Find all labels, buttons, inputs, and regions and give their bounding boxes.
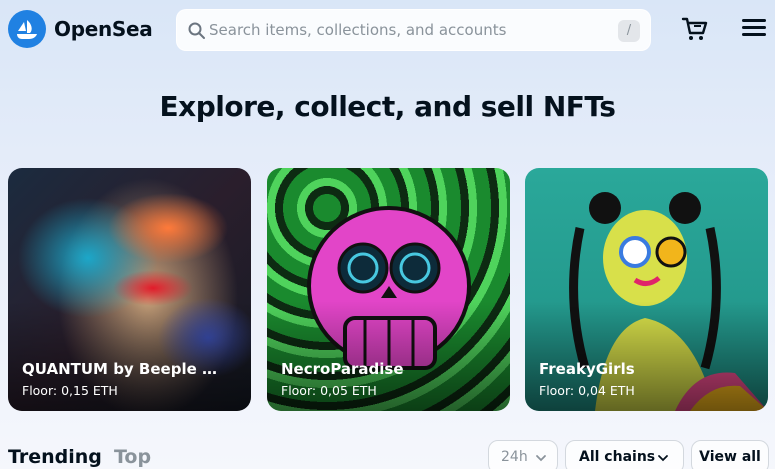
collection-floor-price: Floor: 0,05 ETH: [281, 383, 377, 398]
collection-floor-price: Floor: 0,04 ETH: [539, 383, 635, 398]
search-bar[interactable]: /: [176, 9, 651, 51]
chevron-down-icon: [658, 455, 668, 462]
view-all-button[interactable]: View all: [691, 440, 769, 469]
cart-icon: [681, 17, 708, 40]
collection-card[interactable]: QUANTUM by Beeple My... Floor: 0,15 ETH: [8, 168, 251, 411]
search-shortcut-key: /: [618, 20, 640, 42]
collection-name: FreakyGirls: [539, 360, 635, 378]
cart-button[interactable]: [680, 14, 710, 44]
collection-card[interactable]: FreakyGirls Floor: 0,04 ETH: [525, 168, 768, 411]
chain-select[interactable]: All chains: [565, 440, 684, 469]
collection-card[interactable]: NecroParadise Floor: 0,05 ETH: [267, 168, 510, 411]
opensea-logo-icon[interactable]: [8, 10, 46, 48]
menu-icon: [740, 19, 768, 36]
brand-name[interactable]: OpenSea: [54, 17, 153, 41]
top-nav: OpenSea /: [0, 0, 775, 62]
chain-select-value: All chains: [579, 449, 656, 465]
page-title: Explore, collect, and sell NFTs: [159, 90, 616, 123]
chevron-down-icon: [536, 455, 546, 462]
search-icon: [188, 22, 205, 39]
search-input[interactable]: [209, 10, 609, 50]
time-range-value: 24h: [501, 449, 528, 465]
collection-name: NecroParadise: [281, 360, 404, 378]
time-range-select[interactable]: 24h: [488, 440, 558, 469]
collection-floor-price: Floor: 0,15 ETH: [22, 383, 118, 398]
tab-top[interactable]: Top: [114, 446, 151, 468]
collection-name: QUANTUM by Beeple My...: [22, 360, 222, 378]
tab-trending[interactable]: Trending: [8, 446, 102, 468]
menu-button[interactable]: [740, 15, 768, 43]
